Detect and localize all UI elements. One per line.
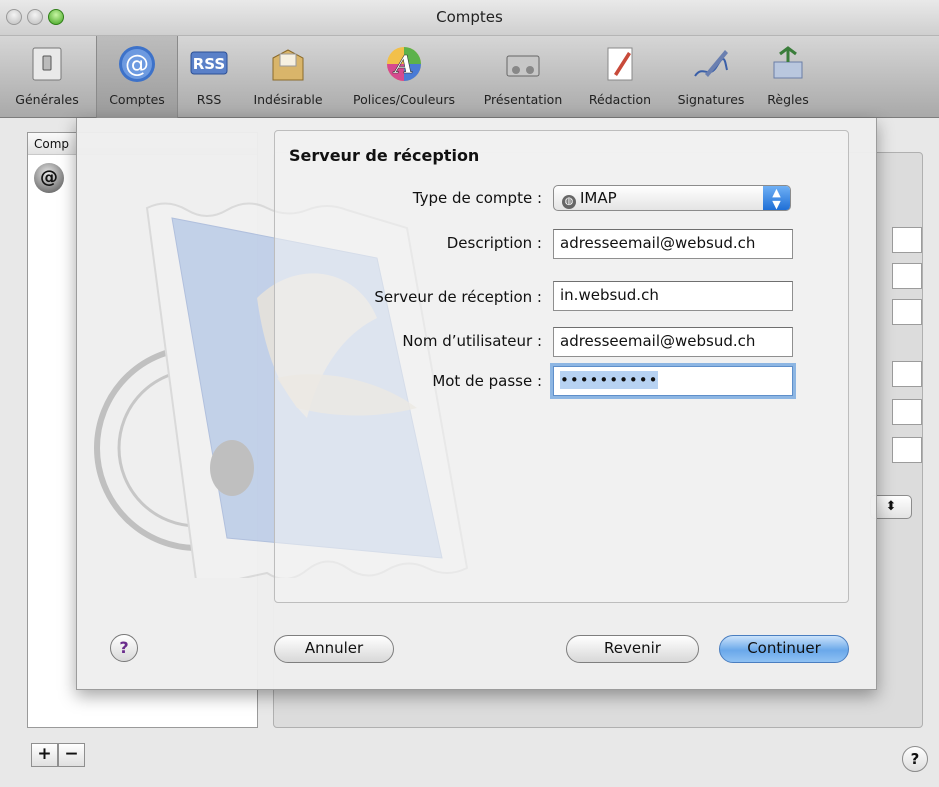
at-glyph: @ xyxy=(125,50,149,78)
toolbar-item-rss[interactable]: RSS RSS xyxy=(180,36,238,118)
window-title: Comptes xyxy=(436,8,503,26)
account-add-remove-controls: + − xyxy=(31,743,85,767)
account-at-icon[interactable]: @ xyxy=(34,163,64,193)
font-glyph: A xyxy=(393,50,414,79)
preferences-toolbar: Générales @ Comptes RSS RSS Indésirable … xyxy=(0,36,939,118)
add-account-button[interactable]: + xyxy=(31,743,58,767)
remove-account-button[interactable]: − xyxy=(58,743,85,767)
description-label: Description : xyxy=(446,234,542,252)
rss-icon: RSS xyxy=(190,51,228,75)
at-icon: @ xyxy=(119,46,155,82)
back-button[interactable]: Revenir xyxy=(566,635,699,663)
sheet-help-button[interactable]: ? xyxy=(110,634,138,662)
rss-badge-text: RSS xyxy=(193,55,225,73)
popup-arrows-icon: ▲ ▼ xyxy=(763,186,790,211)
junk-icon xyxy=(272,49,304,81)
fonts-colors-icon: A xyxy=(387,47,421,81)
background-field xyxy=(892,399,922,425)
background-field xyxy=(892,361,922,387)
account-type-popup[interactable]: ◍ IMAP ▲ ▼ xyxy=(553,185,791,211)
password-field[interactable]: •••••••••• xyxy=(553,366,793,396)
cancel-button[interactable]: Annuler xyxy=(274,635,394,663)
add-account-sheet: Serveur de réception Type de compte : ◍ I… xyxy=(76,118,877,690)
password-value: •••••••••• xyxy=(560,371,659,389)
toolbar-item-indesirable[interactable]: Indésirable xyxy=(240,36,336,118)
window-titlebar: Comptes xyxy=(0,0,939,36)
toolbar-item-presentation[interactable]: Présentation xyxy=(472,36,574,118)
incoming-server-label: Serveur de réception : xyxy=(374,288,542,306)
toolbar-item-polices-couleurs[interactable]: A Polices/Couleurs xyxy=(338,36,470,118)
switch-icon xyxy=(32,47,62,81)
composing-icon xyxy=(607,47,633,81)
username-field[interactable]: adresseemail@websud.ch xyxy=(553,327,793,357)
toolbar-item-regles[interactable]: Règles xyxy=(758,36,818,118)
toolbar-item-signatures[interactable]: Signatures xyxy=(666,36,756,118)
globe-icon: ◍ xyxy=(562,195,576,209)
help-button[interactable]: ? xyxy=(902,746,928,772)
account-type-label: Type de compte : xyxy=(412,189,542,207)
background-field xyxy=(892,299,922,325)
viewing-icon xyxy=(506,55,540,77)
continue-button[interactable]: Continuer xyxy=(719,635,849,663)
toolbar-item-generales[interactable]: Générales xyxy=(0,36,94,118)
sheet-title: Serveur de réception xyxy=(289,146,480,165)
account-type-value: IMAP xyxy=(580,189,617,207)
password-label: Mot de passe : xyxy=(432,372,542,390)
incoming-server-field[interactable]: in.websud.ch xyxy=(553,281,793,311)
username-label: Nom d’utilisateur : xyxy=(402,332,542,350)
rules-icon xyxy=(773,46,803,79)
toolbar-item-comptes[interactable]: @ Comptes xyxy=(96,36,178,118)
background-field xyxy=(892,263,922,289)
signatures-icon xyxy=(694,50,728,77)
toolbar-item-redaction[interactable]: Rédaction xyxy=(576,36,664,118)
background-field xyxy=(892,437,922,463)
background-field xyxy=(892,227,922,253)
description-field[interactable]: adresseemail@websud.ch xyxy=(553,229,793,259)
